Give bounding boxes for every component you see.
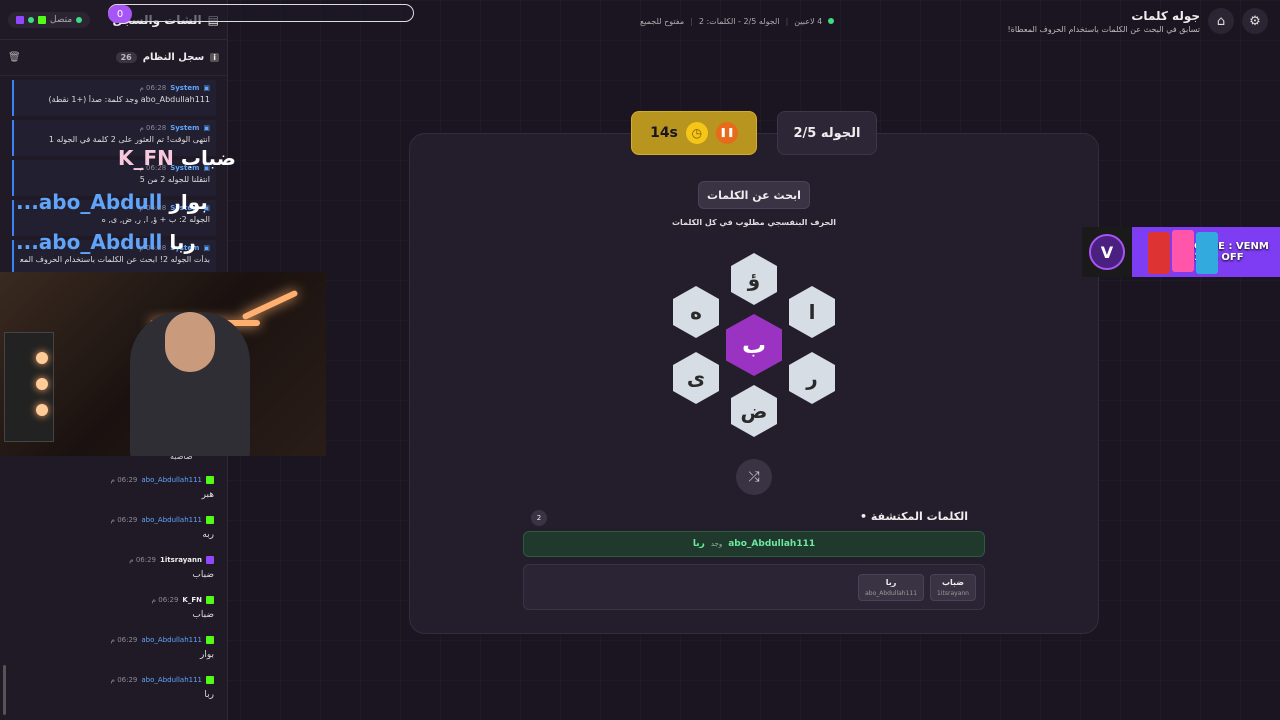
- found-word-chip: ضباب 1itsrayann: [930, 573, 976, 601]
- found-words-title: الكلمات المكتشفة •: [860, 510, 968, 523]
- online-dot-icon: [828, 18, 835, 24]
- kick-icon: [206, 476, 214, 484]
- kick-icon: [206, 516, 214, 524]
- chat-message: abo_Abdullah111 06:29 م بوار: [110, 636, 214, 660]
- chat-message: abo_Abdullah111 06:29 م هبر: [110, 476, 214, 500]
- product-can: [1172, 230, 1194, 272]
- page-title: جوله كلمات: [1131, 8, 1200, 23]
- found-word-chip: ربا abo_Abdullah111: [858, 573, 925, 601]
- brand: ⚙ ⌂ جوله كلمات تسابق في البحث عن الكلمات…: [1007, 8, 1268, 34]
- chat-message: abo_Abdullah111 06:29 م ربا: [110, 676, 214, 700]
- brand-logo: V: [1082, 227, 1132, 277]
- settings-icon[interactable]: ⚙: [1242, 8, 1268, 34]
- online-dot-icon: [28, 16, 34, 23]
- hint-text: الحرف البنفسجي مطلوب في كل الكلمات: [671, 218, 836, 227]
- fan-light: [36, 378, 48, 390]
- connection-status: متصل: [8, 11, 91, 28]
- system-icon: ▣: [203, 84, 210, 92]
- round-indicator: الجوله 2/5: [777, 111, 877, 155]
- found-words-list: ضباب 1itsrayann ربا abo_Abdullah111: [523, 564, 985, 610]
- scrollbar[interactable]: [3, 665, 6, 715]
- overlay-name: ضباب K_FN: [118, 146, 236, 170]
- kick-icon: [206, 596, 214, 604]
- system-icon: ▣: [203, 124, 210, 132]
- counter-badge: 0: [108, 5, 132, 23]
- last-found-banner: abo_Abdullah111 وجد ربا: [523, 531, 985, 557]
- twitch-icon: [16, 15, 24, 24]
- fan-light: [36, 404, 48, 416]
- product-cans: [1138, 230, 1228, 274]
- trash-icon[interactable]: 🗑: [8, 52, 21, 63]
- shuffle-button[interactable]: ⤮: [736, 459, 772, 495]
- shuffle-icon: ⤮: [748, 469, 760, 485]
- fan-light: [36, 352, 48, 364]
- product-can: [1148, 232, 1170, 274]
- twitch-icon: [206, 556, 214, 564]
- pause-button[interactable]: ❚❚: [715, 122, 738, 144]
- chat-message: 1itsrayann 06:29 م ضباب: [129, 556, 214, 580]
- system-icon: ▣: [203, 244, 210, 252]
- streamer-face: [165, 312, 215, 372]
- product-can: [1196, 232, 1218, 274]
- found-count-badge: 2: [531, 510, 547, 526]
- chat-message: abo_Abdullah111 06:29 م ربه: [110, 516, 214, 540]
- page-subtitle: تسابق في البحث عن الكلمات باستخدام الحرو…: [1007, 24, 1200, 34]
- overlay-name: ربا abo_Abdull...: [16, 230, 196, 254]
- log-count-badge: 26: [115, 52, 137, 63]
- timer-value: 14s: [650, 125, 678, 141]
- kick-icon: [38, 15, 46, 24]
- system-log-header[interactable]: i سجل النظام 26 🗑: [0, 40, 227, 76]
- chat-message: K_FN 06:29 م ضباب: [151, 596, 214, 620]
- kick-icon: [206, 636, 214, 644]
- overlay-name: بوار abo_Abdull...: [16, 190, 208, 214]
- clock-icon: ◷: [685, 122, 708, 144]
- chat-list: abo_Abdullah111 06:29 م هبر abo_Abdullah1…: [0, 472, 228, 712]
- app-header: ⚙ ⌂ جوله كلمات تسابق في البحث عن الكلمات…: [228, 0, 1280, 42]
- breadcrumb: 4 لاعبين | الجوله 2/5 - الكلمات: 2 | مفت…: [640, 17, 835, 26]
- timer: 14s ◷ ❚❚: [631, 111, 757, 155]
- home-icon[interactable]: ⌂: [1208, 8, 1234, 34]
- online-dot-icon: [76, 16, 83, 23]
- kick-icon: [206, 676, 214, 684]
- webcam-overlay: [0, 272, 326, 456]
- find-words-button[interactable]: ابحث عن الكلمات: [698, 181, 810, 209]
- system-message: ▣ System 06:28 م abo_Abdullah111 وجد كلمة:…: [12, 80, 216, 116]
- neon-light: [241, 289, 299, 321]
- log-icon: i: [210, 53, 219, 62]
